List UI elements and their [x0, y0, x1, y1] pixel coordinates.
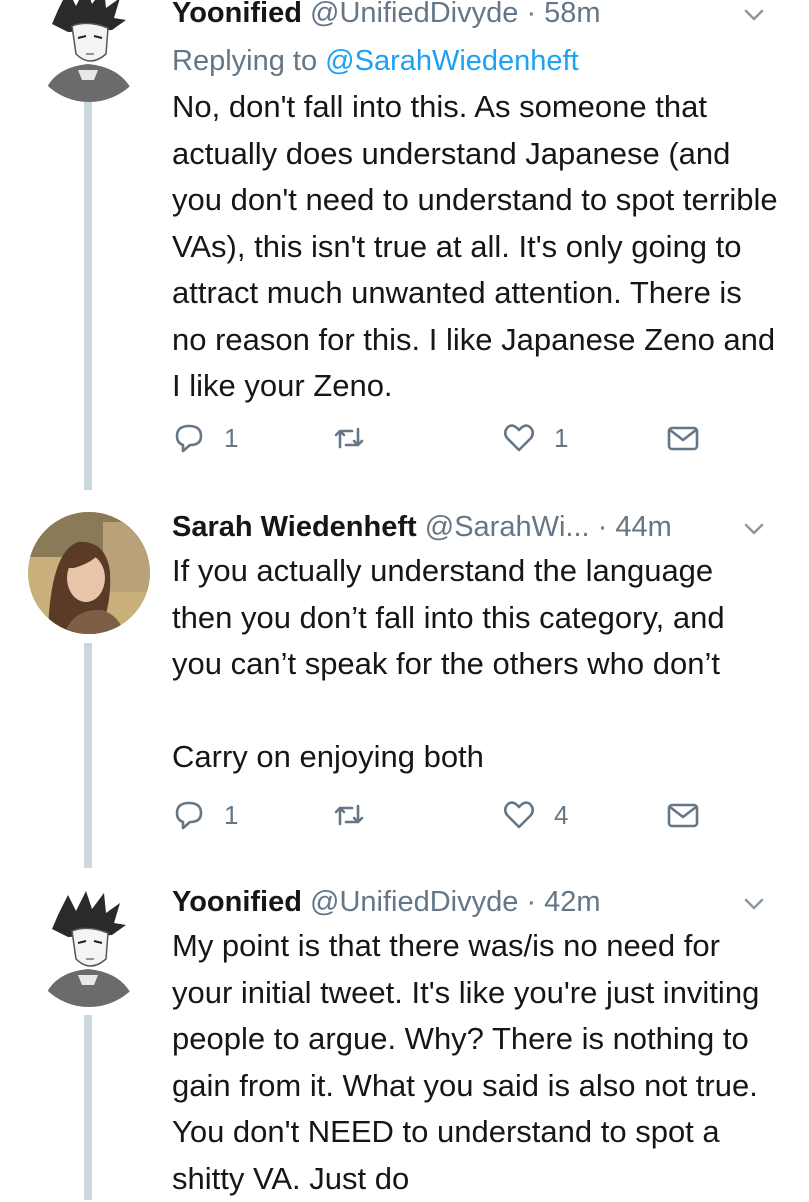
- dm-icon: [667, 426, 699, 451]
- username[interactable]: @UnifiedDivyde: [310, 0, 518, 29]
- separator: ·: [526, 0, 537, 29]
- like-button[interactable]: 1: [502, 416, 568, 460]
- tweet[interactable]: Yoonified @UnifiedDivyde · 42m My point …: [0, 865, 809, 1200]
- replying-to: Replying to @SarahWiedenheft: [172, 38, 579, 84]
- separator: ·: [597, 511, 608, 543]
- mention-link[interactable]: @SarahWiedenheft: [325, 45, 579, 77]
- display-name[interactable]: Sarah Wiedenheft: [172, 511, 417, 543]
- dm-button[interactable]: [666, 793, 700, 837]
- tweet-header: Yoonified @UnifiedDivyde · 58m: [172, 0, 749, 36]
- anime-character-avatar-icon: [28, 885, 150, 1007]
- retweet-button[interactable]: [332, 793, 384, 837]
- avatar[interactable]: [28, 512, 150, 634]
- action-bar: 1 1: [172, 416, 712, 460]
- tweet-header: Yoonified @UnifiedDivyde · 42m: [172, 879, 749, 925]
- profile-photo-avatar-icon: [28, 512, 150, 634]
- tweet-text: My point is that there was/is no need fo…: [172, 928, 768, 1196]
- reply-icon: [175, 424, 203, 453]
- like-count: 1: [554, 422, 569, 453]
- separator: ·: [526, 886, 537, 918]
- reply-icon: [175, 801, 203, 830]
- like-count: 4: [554, 799, 569, 830]
- anime-character-avatar-icon: [28, 0, 150, 102]
- display-name[interactable]: Yoonified: [172, 0, 302, 29]
- display-name[interactable]: Yoonified: [172, 886, 302, 918]
- reply-count: 1: [224, 422, 239, 453]
- timestamp[interactable]: 44m: [615, 511, 671, 543]
- dm-icon: [667, 803, 699, 828]
- reply-button[interactable]: 1: [172, 416, 238, 460]
- tweet-text: If you actually understand the language …: [172, 553, 725, 774]
- retweet-icon: [334, 804, 364, 826]
- chevron-down-icon[interactable]: [739, 889, 769, 919]
- avatar[interactable]: [28, 0, 150, 102]
- reply-count: 1: [224, 799, 239, 830]
- like-button[interactable]: 4: [502, 793, 568, 837]
- retweet-button[interactable]: [332, 416, 384, 460]
- username[interactable]: @UnifiedDivyde: [310, 886, 518, 918]
- reply-button[interactable]: 1: [172, 793, 238, 837]
- tweet-text: No, don't fall into this. As someone tha…: [172, 89, 787, 403]
- retweet-icon: [334, 427, 364, 449]
- tweet[interactable]: Yoonified @UnifiedDivyde · 58m Replying …: [0, 0, 809, 490]
- tweet-header: Sarah Wiedenheft @SarahWi... · 44m: [172, 504, 749, 550]
- avatar[interactable]: [28, 885, 150, 1007]
- action-bar: 1 4: [172, 793, 712, 837]
- dm-button[interactable]: [666, 416, 700, 460]
- like-icon: [503, 801, 535, 829]
- timestamp[interactable]: 58m: [544, 0, 600, 29]
- chevron-down-icon[interactable]: [739, 0, 769, 30]
- username[interactable]: @SarahWi...: [425, 511, 590, 543]
- replying-label: Replying to: [172, 45, 318, 77]
- like-icon: [503, 424, 535, 452]
- timestamp[interactable]: 42m: [544, 886, 600, 918]
- tweet[interactable]: Sarah Wiedenheft @SarahWi... · 44m If yo…: [0, 490, 809, 865]
- chevron-down-icon[interactable]: [739, 514, 769, 544]
